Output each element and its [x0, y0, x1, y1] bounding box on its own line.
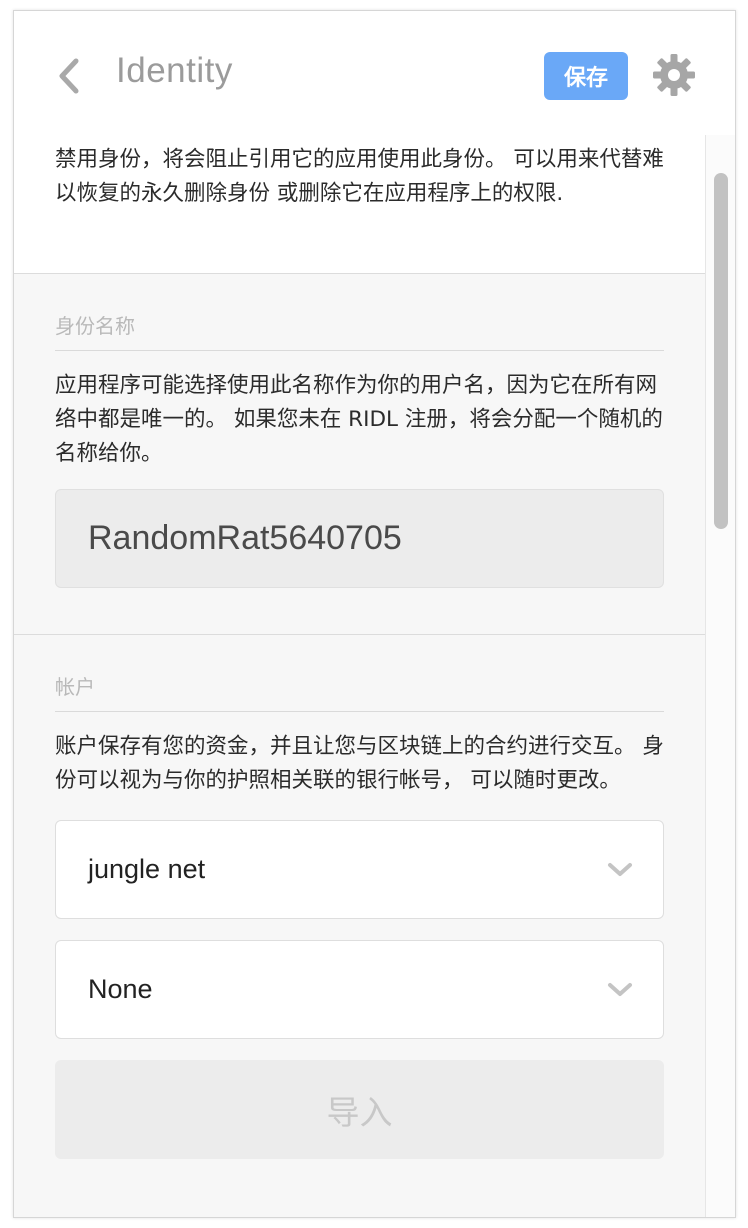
chevron-down-icon [608, 982, 632, 996]
page-title: Identity [116, 51, 233, 90]
network-select[interactable]: jungle net [55, 820, 664, 919]
account-select[interactable]: None [55, 940, 664, 1039]
identity-name-description: 应用程序可能选择使用此名称作为你的用户名，因为它在所有网络中都是唯一的。 如果您… [55, 373, 663, 466]
account-select-value: None [88, 974, 153, 1004]
back-chevron-icon[interactable] [54, 55, 82, 97]
header: Identity 保存 [14, 11, 735, 135]
section-title-account: 帐户 [55, 635, 664, 712]
identity-name-section: 身份名称 应用程序可能选择使用此名称作为你的用户名，因为它在所有网络中都是唯一的… [14, 274, 705, 635]
intro-text: 禁用身份，将会阻止引用它的应用使用此身份。 可以用来代替难以恢复的永久删除身份 … [55, 147, 664, 206]
identity-name-input[interactable]: RandomRat5640705 [55, 489, 664, 588]
save-button[interactable]: 保存 [544, 52, 628, 100]
chevron-down-icon [608, 862, 632, 876]
section-title-identity-name: 身份名称 [55, 274, 664, 351]
network-select-value: jungle net [88, 854, 206, 884]
scrollbar[interactable] [705, 135, 735, 1217]
gear-icon[interactable] [652, 53, 696, 97]
identity-window: Identity 保存 禁用身份，将会阻止引用它的应用使用此身份。 可以用来代替… [13, 10, 736, 1218]
content-scroll-area: 禁用身份，将会阻止引用它的应用使用此身份。 可以用来代替难以恢复的永久删除身份 … [14, 135, 705, 1217]
scrollbar-thumb[interactable] [714, 173, 728, 529]
account-section: 帐户 账户保存有您的资金，并且让您与区块链上的合约进行交互。 身份可以视为与你的… [14, 635, 705, 1159]
account-description: 账户保存有您的资金，并且让您与区块链上的合约进行交互。 身份可以视为与你的护照相… [55, 734, 664, 793]
import-button[interactable]: 导入 [55, 1060, 664, 1159]
intro-block: 禁用身份，将会阻止引用它的应用使用此身份。 可以用来代替难以恢复的永久删除身份 … [14, 135, 705, 274]
